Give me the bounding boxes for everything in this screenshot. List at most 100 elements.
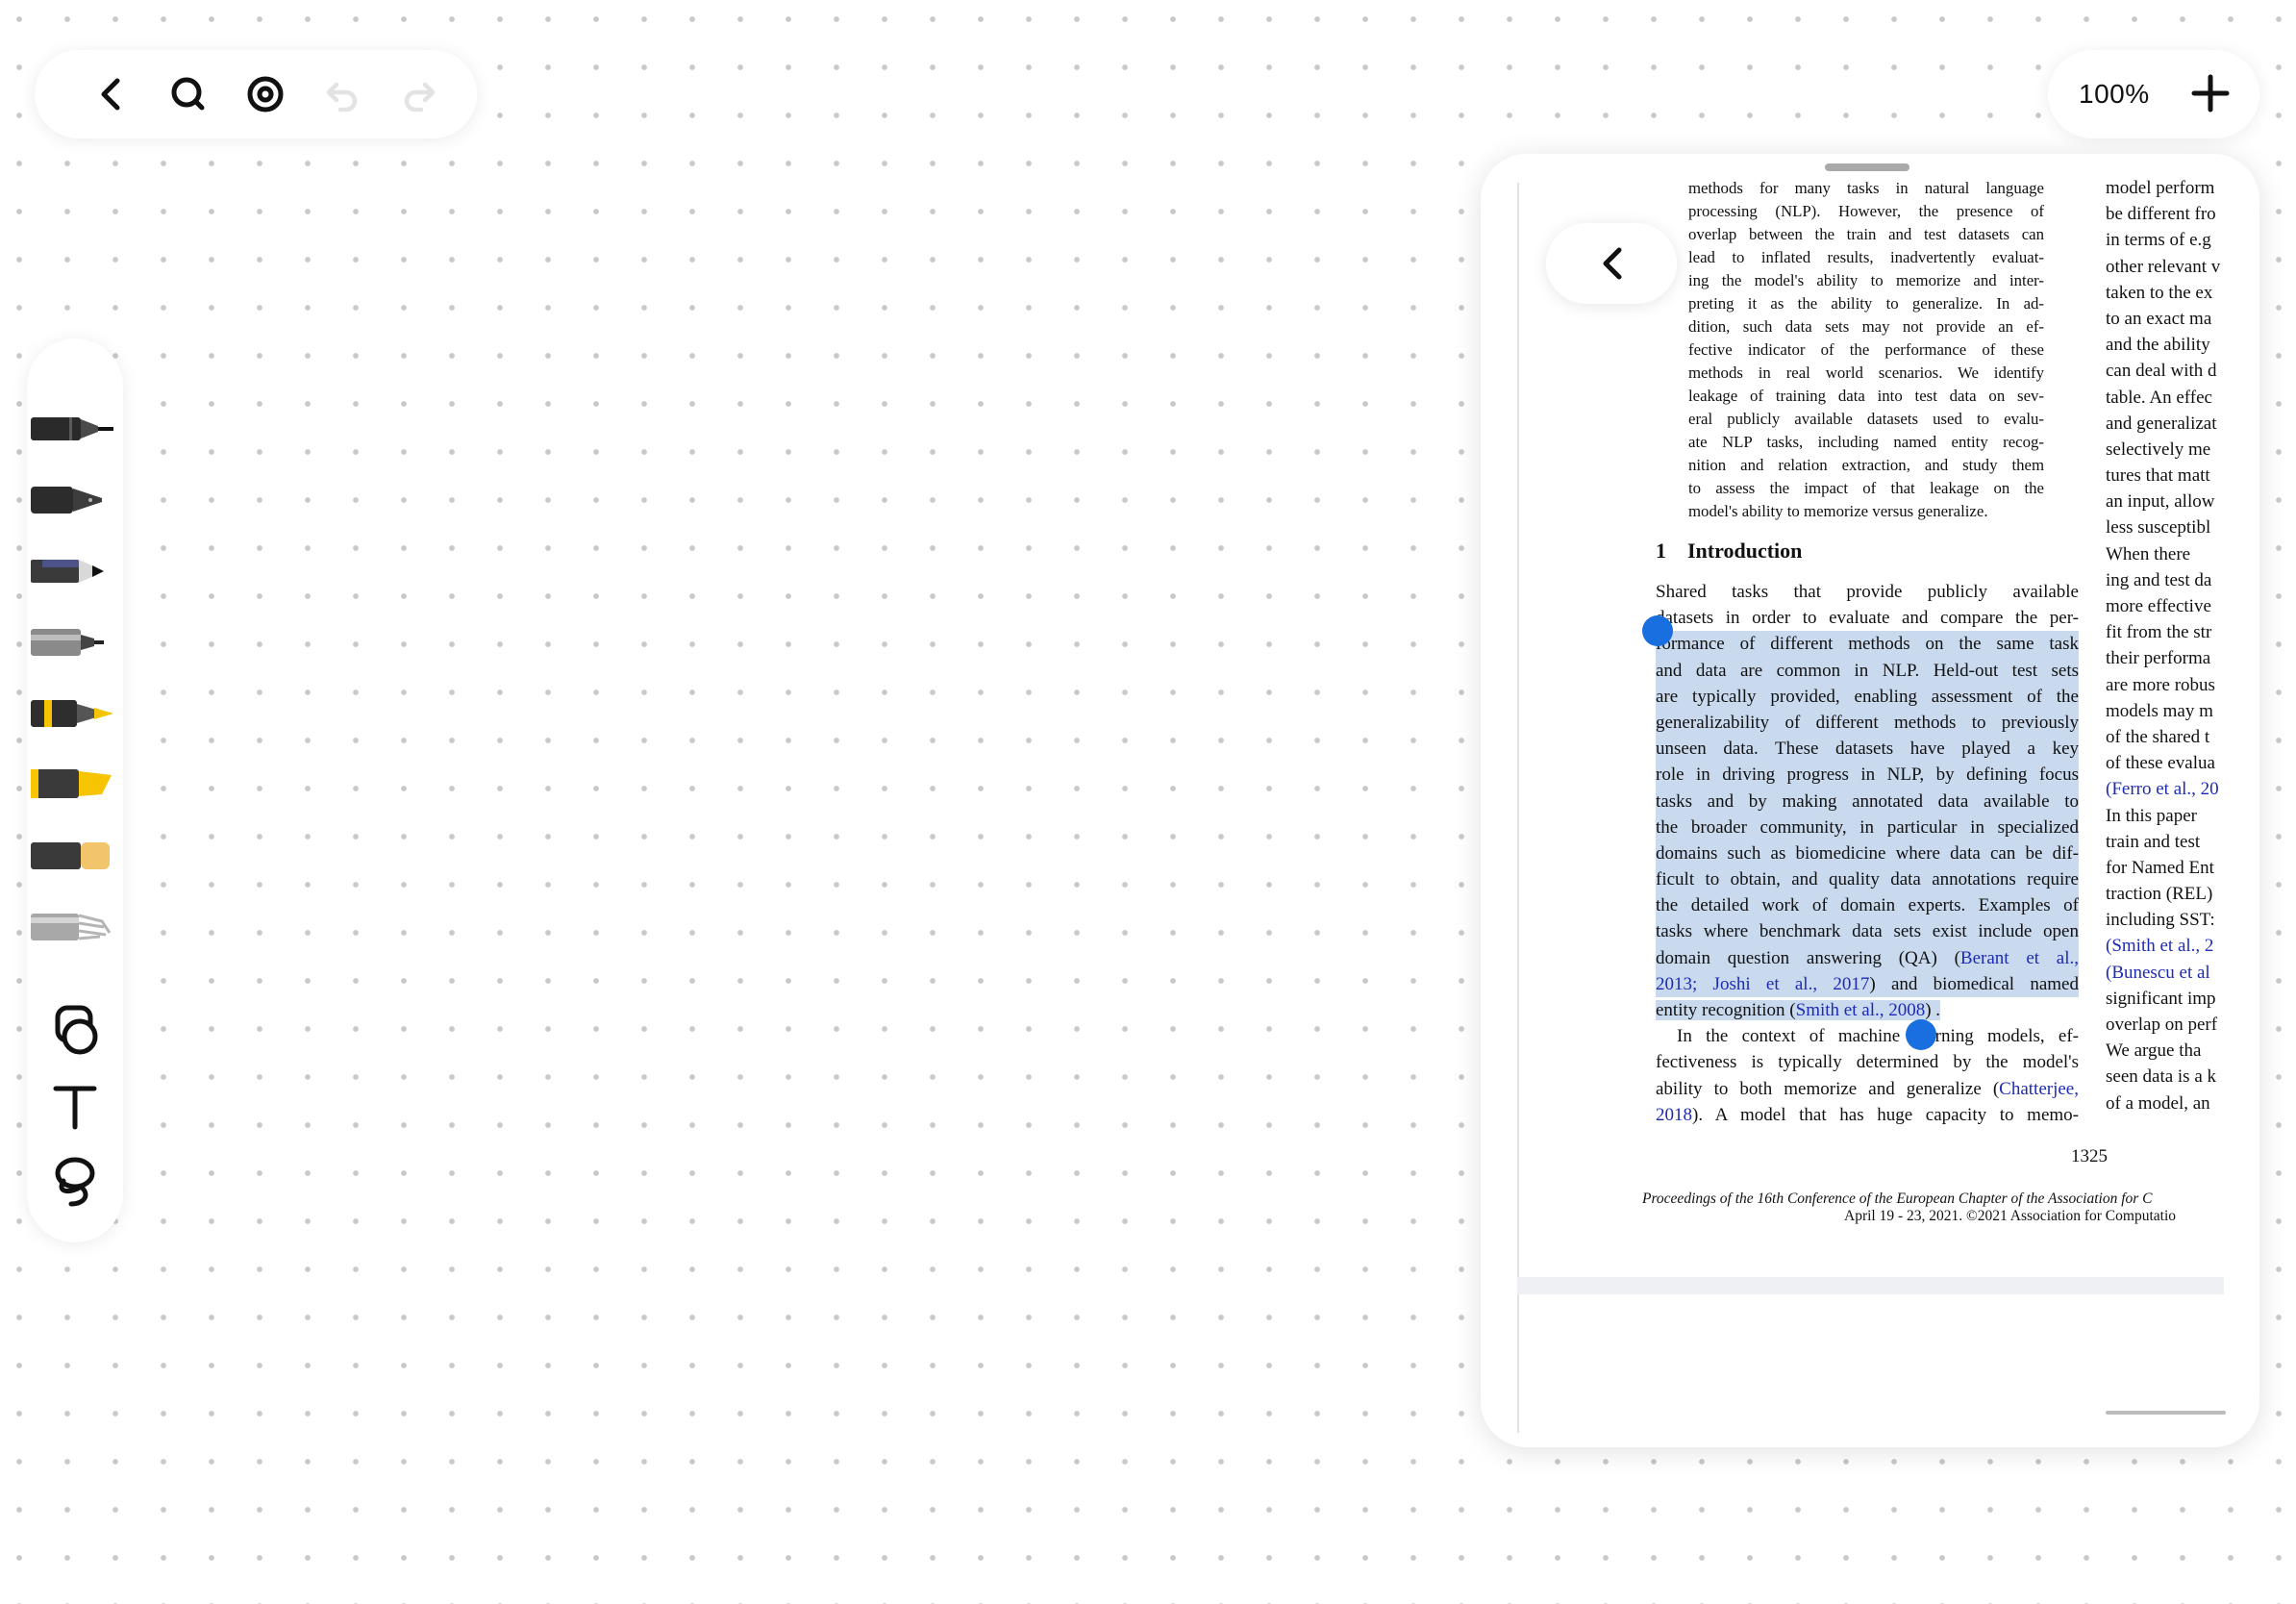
highlighted-line: tasks and by making annotated data avail…: [1656, 788, 2079, 815]
right-column-line: models may m: [2106, 700, 2213, 721]
redo-button[interactable]: [396, 71, 442, 117]
section-heading: 1 Introduction: [1656, 539, 1802, 564]
right-column-line: significant imp: [2106, 988, 2216, 1009]
right-column-line: (Bunescu et al: [2106, 962, 2210, 983]
text-line: In the context of machine learning model…: [1677, 1026, 2079, 1047]
next-page-rule: [2106, 1411, 2226, 1415]
right-column-line: their performa: [2106, 648, 2211, 669]
right-column-line: other relevant v: [2106, 256, 2221, 277]
abstract-line: processing (NLP). However, the presence …: [1688, 202, 2044, 220]
highlighter-yellow-icon: [31, 700, 113, 727]
fountain-pen-tool[interactable]: [27, 471, 123, 527]
citation-link[interactable]: Berant et al.,: [1960, 948, 2079, 968]
chevron-left-icon: [101, 78, 120, 111]
highlighted-line: role in driving progress in NLP, by defi…: [1656, 762, 2079, 789]
abstract-line: methods for many tasks in natural langua…: [1688, 179, 2044, 197]
text-line: datasets in order to evaluate and compar…: [1656, 608, 2079, 629]
citation-link[interactable]: 2018: [1656, 1105, 1692, 1125]
citation-link[interactable]: Chatterjee,: [1999, 1079, 2079, 1099]
right-column-line: in terms of e.g: [2106, 230, 2211, 251]
chisel-highlighter-tool[interactable]: [27, 756, 123, 812]
highlighted-line: and data are common in NLP. Held-out tes…: [1656, 657, 2079, 684]
right-column-line: can deal with d: [2106, 361, 2217, 382]
right-column-line: selectively me: [2106, 439, 2211, 460]
text-line: Shared tasks that provide publicly avail…: [1656, 582, 2079, 602]
abstract-line: methods in real world scenarios. We iden…: [1688, 363, 2044, 382]
eraser-tool[interactable]: [27, 827, 123, 883]
pencil-tool[interactable]: [27, 542, 123, 598]
shapes-tool[interactable]: [27, 1002, 123, 1058]
right-column-line: of the shared t: [2106, 726, 2210, 747]
highlighted-line: the broader community, in particular in …: [1656, 814, 2079, 840]
right-column-line: and generalizat: [2106, 413, 2217, 434]
back-button[interactable]: [88, 71, 135, 117]
pen-tool[interactable]: [27, 400, 123, 456]
right-column-line: including SST:: [2106, 910, 2215, 931]
right-column-line: We argue tha: [2106, 1040, 2202, 1062]
text-line: ability to both memorize and generalize …: [1656, 1078, 2079, 1099]
zoom-level[interactable]: 100%: [2079, 79, 2150, 110]
right-column-line: tures that matt: [2106, 465, 2210, 487]
introduction-text: Shared tasks that provide publicly avail…: [1656, 579, 2079, 1128]
highlighted-line: formance of different methods on the sam…: [1656, 631, 2079, 658]
citation-link[interactable]: Smith et al., 2008: [1796, 1000, 1926, 1020]
text-tool[interactable]: [27, 1079, 123, 1135]
zoom-in-button[interactable]: [2186, 69, 2234, 117]
right-column-line: are more robus: [2106, 674, 2215, 695]
abstract-text: methods for many tasks in natural langua…: [1688, 177, 2044, 523]
right-column-line: for Named Ent: [2106, 857, 2214, 878]
footer-date: April 19 - 23, 2021. ©2021 Association f…: [1844, 1208, 2177, 1224]
undo-button[interactable]: [319, 71, 365, 117]
right-column-line: of a model, an: [2106, 1092, 2210, 1114]
right-column-line: model perform: [2106, 178, 2215, 198]
text-line: 2018). A model that has huge capacity to…: [1656, 1104, 2079, 1125]
highlighted-line: ficult to obtain, and quality data annot…: [1656, 866, 2079, 893]
highlighter-tool[interactable]: [27, 685, 123, 740]
eraser-icon: [31, 842, 110, 869]
highlighted-line: tasks where benchmark data sets exist in…: [1656, 918, 2079, 945]
page-number: 1325: [2071, 1146, 2108, 1166]
document-panel: methods for many tasks in natural langua…: [1481, 154, 2259, 1447]
highlighted-line: domain question answering (QA) (Berant e…: [1656, 944, 2079, 971]
abstract-line: eral publicly available datasets used to…: [1688, 410, 2044, 428]
panel-drag-handle[interactable]: [1825, 163, 1909, 171]
abstract-line: nition and relation extraction, and stud…: [1688, 456, 2044, 474]
abstract-line: fective indicator of the performance of …: [1688, 340, 2044, 359]
tool-palette: [27, 338, 123, 1242]
right-column-line: traction (REL): [2106, 884, 2213, 905]
page-separator: [1517, 1277, 2224, 1294]
document-back-button[interactable]: [1546, 223, 1677, 304]
highlighter-chisel-icon: [31, 769, 112, 798]
highlighted-line: unseen data. These datasets have played …: [1656, 736, 2079, 763]
shapes-icon: [55, 1005, 98, 1055]
footer-proceedings: Proceedings of the 16th Conference of th…: [1642, 1190, 2153, 1207]
brush-tool[interactable]: [27, 898, 123, 954]
search-icon: [171, 77, 205, 111]
right-column-line: and the ability: [2106, 335, 2210, 356]
highlighted-line: are typically provided, enabling assessm…: [1656, 683, 2079, 710]
abstract-line: preting it as the ability to generalize.…: [1688, 294, 2044, 313]
selection-start-handle[interactable]: [1642, 615, 1673, 646]
search-button[interactable]: [165, 71, 212, 117]
right-column-line: overlap on perf: [2106, 1015, 2218, 1035]
focus-button[interactable]: [242, 71, 288, 117]
highlighted-selection[interactable]: formance of different methods on the sam…: [1656, 631, 2079, 945]
highlighted-line: entity recognition (Smith et al., 2008) …: [1656, 1000, 1941, 1020]
right-column-line: fit from the str: [2106, 622, 2212, 643]
marker-tool[interactable]: [27, 614, 123, 669]
chevron-left-icon: [1603, 247, 1622, 280]
top-toolbar: [35, 50, 477, 138]
plus-icon: [2191, 74, 2230, 113]
right-column-line: less susceptibl: [2106, 517, 2211, 539]
fountain-pen-icon: [31, 487, 102, 514]
selection-end-handle[interactable]: [1906, 1019, 1936, 1050]
lasso-tool[interactable]: [27, 1152, 123, 1208]
right-column-line: more effective: [2106, 596, 2211, 616]
brush-icon: [31, 914, 112, 940]
highlighted-line: the detailed work of domain experts. Exa…: [1656, 892, 2079, 919]
abstract-line: dition, such data sets may not provide a…: [1688, 317, 2044, 336]
right-column-line: be different fro: [2106, 204, 2216, 225]
citation-link[interactable]: 2013; Joshi et al., 2017: [1656, 974, 1869, 994]
zoom-control: 100%: [2048, 50, 2259, 138]
section-title: Introduction: [1687, 539, 1803, 563]
